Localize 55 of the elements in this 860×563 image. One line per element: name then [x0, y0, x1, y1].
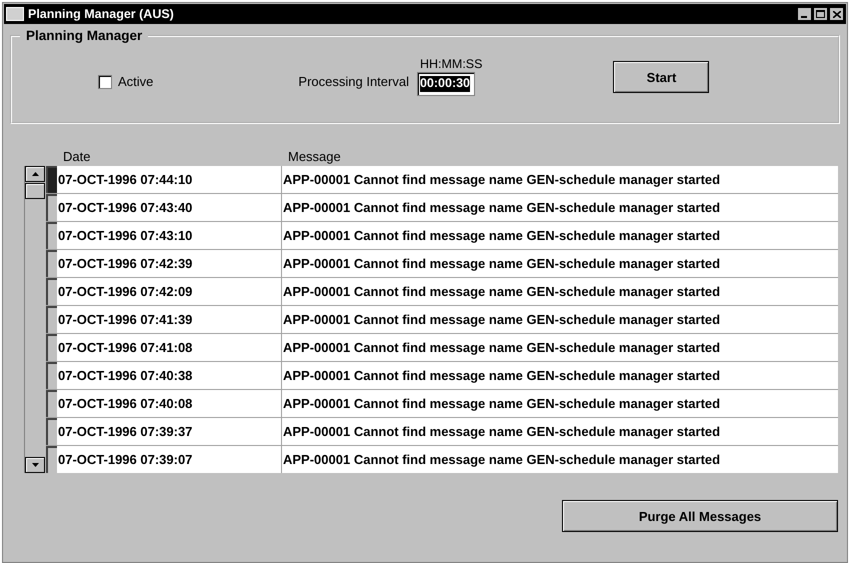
date-cell: 07-OCT-1996 07:44:10 — [57, 166, 281, 193]
vertical-scrollbar[interactable] — [24, 166, 46, 473]
scroll-down-button[interactable] — [25, 457, 45, 473]
active-label: Active — [118, 74, 154, 89]
date-cell: 07-OCT-1996 07:39:07 — [57, 446, 281, 473]
date-cell: 07-OCT-1996 07:40:38 — [57, 362, 281, 389]
start-button[interactable]: Start — [613, 61, 710, 93]
maximize-button[interactable] — [813, 7, 828, 21]
row-selector[interactable] — [46, 446, 57, 473]
row-selector[interactable] — [46, 362, 57, 389]
message-cell: APP-00001 Cannot find message name GEN-schedule manager started — [281, 278, 838, 305]
date-cell: 07-OCT-1996 07:39:37 — [57, 418, 281, 445]
window-title: Planning Manager (AUS) — [28, 7, 175, 21]
purge-all-messages-button[interactable]: Purge All Messages — [562, 500, 838, 532]
date-cell: 07-OCT-1996 07:43:40 — [57, 194, 281, 221]
date-cell: 07-OCT-1996 07:43:10 — [57, 222, 281, 249]
row-selector[interactable] — [46, 390, 57, 417]
message-cell: APP-00001 Cannot find message name GEN-schedule manager started — [281, 418, 838, 445]
scroll-thumb[interactable] — [25, 183, 45, 199]
maximize-icon — [816, 10, 825, 18]
message-cell: APP-00001 Cannot find message name GEN-schedule manager started — [281, 334, 838, 361]
message-cell: APP-00001 Cannot find message name GEN-schedule manager started — [281, 306, 838, 333]
date-cell: 07-OCT-1996 07:42:09 — [57, 278, 281, 305]
close-button[interactable] — [829, 7, 844, 21]
group-title: Planning Manager — [25, 28, 144, 43]
date-cell: 07-OCT-1996 07:40:08 — [57, 390, 281, 417]
row-selector[interactable] — [46, 250, 57, 277]
row-selector[interactable] — [46, 194, 57, 221]
date-cell: 07-OCT-1996 07:42:39 — [57, 250, 281, 277]
row-selector[interactable] — [46, 222, 57, 249]
message-cell: APP-00001 Cannot find message name GEN-schedule manager started — [281, 194, 838, 221]
date-cell: 07-OCT-1996 07:41:39 — [57, 306, 281, 333]
date-cell: 07-OCT-1996 07:41:08 — [57, 334, 281, 361]
row-selector[interactable] — [46, 278, 57, 305]
time-format-hint: HH:MM:SS — [420, 57, 482, 71]
down-arrow-icon — [32, 463, 38, 467]
scroll-up-button[interactable] — [25, 166, 45, 182]
minimize-button[interactable] — [797, 7, 812, 21]
row-selector[interactable] — [46, 334, 57, 361]
message-cell: APP-00001 Cannot find message name GEN-schedule manager started — [281, 390, 838, 417]
message-cell: APP-00001 Cannot find message name GEN-schedule manager started — [281, 362, 838, 389]
processing-interval-label: Processing Interval — [298, 74, 409, 89]
message-cell: APP-00001 Cannot find message name GEN-schedule manager started — [281, 250, 838, 277]
row-selector[interactable] — [46, 418, 57, 445]
column-header: Message — [288, 149, 342, 164]
up-arrow-icon — [32, 172, 38, 176]
message-cell: APP-00001 Cannot find message name GEN-schedule manager started — [281, 446, 838, 473]
active-checkbox[interactable] — [98, 74, 112, 88]
message-cell: APP-00001 Cannot find message name GEN-schedule manager started — [281, 222, 838, 249]
interval-input-field[interactable]: 00:00:30 — [416, 72, 475, 96]
row-selector[interactable] — [46, 306, 57, 333]
message-cell: APP-00001 Cannot find message name GEN-schedule manager started — [281, 166, 838, 193]
close-icon — [832, 10, 840, 18]
app-logo-icon — [6, 7, 24, 21]
column-header: Date — [63, 149, 92, 164]
